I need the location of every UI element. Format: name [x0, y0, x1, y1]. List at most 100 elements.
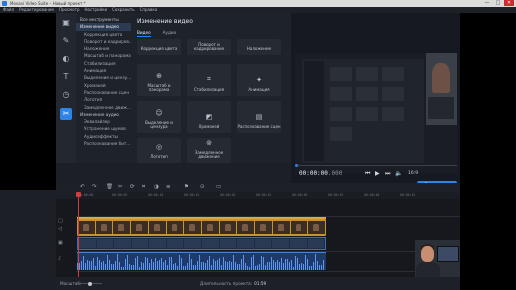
tile-label: Анимация: [248, 87, 270, 93]
category-noise-removal[interactable]: Устранение шумов: [76, 125, 131, 132]
aspect-ratio-select[interactable]: 16:9: [408, 171, 418, 176]
track-mute-icon[interactable]: ◁: [58, 226, 62, 232]
track-video-icon[interactable]: ▣: [58, 240, 63, 246]
playhead-handle[interactable]: [76, 192, 81, 197]
category-equalizer[interactable]: Эквалайзер: [76, 118, 131, 125]
preview-scrubber[interactable]: [295, 164, 457, 167]
waveform-bar: [119, 261, 120, 270]
category-pan-zoom[interactable]: Масштаб и панорама: [76, 52, 131, 59]
tab-video[interactable]: Видео: [137, 30, 151, 37]
waveform-bar: [99, 259, 100, 270]
waveform-bar: [215, 261, 216, 270]
magic-wand-icon[interactable]: ✎: [61, 36, 71, 46]
waveform-bar: [179, 255, 180, 270]
audio-waveform[interactable]: [77, 252, 326, 270]
waveform-bar: [287, 258, 288, 270]
category-audio-effects[interactable]: Аудиоэффекты: [76, 133, 131, 140]
waveform-bar: [189, 254, 190, 270]
tile-rotate-crop[interactable]: Поворот и кадрирование: [187, 39, 231, 55]
track-audio-icon[interactable]: ♪: [58, 256, 61, 262]
slow-motion-icon: ⊚: [206, 138, 212, 147]
marker-icon[interactable]: ⚑: [184, 184, 189, 190]
category-slow-motion[interactable]: Замедленное движ...: [76, 104, 131, 111]
category-highlight-censor[interactable]: Выделение и цензу...: [76, 74, 131, 81]
tile-animation[interactable]: ✦ Анимация: [237, 64, 281, 96]
next-frame-icon[interactable]: ⏭: [385, 170, 390, 178]
tile-scene-detection[interactable]: ▤ Распознавание сцен: [237, 101, 281, 133]
tile-stabilization[interactable]: ⌗ Стабилизация: [187, 64, 231, 96]
category-video-editing[interactable]: Изменение видео: [76, 23, 131, 31]
waveform-bar: [87, 259, 88, 270]
volume-icon[interactable]: 🔈: [395, 170, 402, 177]
stickers-icon[interactable]: ◷: [61, 90, 71, 100]
record-icon[interactable]: ▭: [216, 184, 221, 190]
waveform-bar: [153, 262, 154, 270]
redo-icon[interactable]: ↷: [92, 184, 97, 190]
cut-icon[interactable]: ✂: [118, 184, 123, 190]
tools-icon[interactable]: ✂: [60, 108, 72, 120]
prev-frame-icon[interactable]: ⏮: [365, 170, 370, 178]
filters-icon[interactable]: ◐: [61, 54, 71, 64]
category-overlay[interactable]: Наложение: [76, 45, 131, 52]
category-chroma-key[interactable]: Хромакей: [76, 82, 131, 89]
waveform-bar: [223, 256, 224, 270]
minimize-button[interactable]: —: [482, 0, 492, 6]
tile-color-correction[interactable]: Коррекция цвета: [137, 39, 181, 55]
waveform-bar: [255, 265, 256, 270]
crop-icon[interactable]: ⌗: [142, 184, 145, 191]
status-bar: Масштаб: Длительность проекта: 01:59: [56, 277, 460, 290]
tile-highlight-censor[interactable]: ☺ Выделение и цензура: [137, 101, 181, 133]
tile-chroma-key[interactable]: ◩ Хромакей: [187, 101, 231, 133]
waveform-bar: [257, 264, 258, 270]
tile-overlay[interactable]: Наложение: [237, 39, 281, 55]
category-color-correction[interactable]: Коррекция цвета: [76, 31, 131, 38]
preview-nested-tile: [356, 107, 378, 121]
waveform-bar: [101, 262, 102, 270]
color-icon[interactable]: ◑: [154, 184, 159, 190]
video-clip[interactable]: [77, 219, 326, 236]
properties-icon[interactable]: ≡: [166, 184, 171, 190]
microphone-icon[interactable]: ⊙: [200, 184, 205, 190]
waveform-bar: [139, 266, 140, 270]
waveform-bar: [323, 259, 324, 270]
rotate-icon[interactable]: ⟳: [130, 184, 135, 190]
tile-pan-zoom[interactable]: ⊕ Масштаб и панорама: [137, 64, 181, 96]
maximize-button[interactable]: □: [493, 0, 503, 6]
tile-logo[interactable]: ◎ Логотип: [137, 138, 181, 163]
waveform-bar: [105, 264, 106, 270]
zoom-slider-thumb[interactable]: [88, 281, 92, 286]
waveform-bar: [265, 265, 266, 270]
timeline-ruler[interactable]: 00:00:00 00:00:05 00:00:10 00:00:15 00:0…: [76, 192, 460, 199]
category-all-tools[interactable]: Все инструменты: [76, 16, 131, 23]
preview-nested-tile: [330, 127, 352, 141]
close-button[interactable]: ✕: [504, 0, 514, 6]
category-rotate-crop[interactable]: Поворот и кадриров...: [76, 38, 131, 45]
delete-icon[interactable]: 🗑: [106, 184, 113, 190]
undo-icon[interactable]: ↶: [80, 184, 85, 190]
category-logo[interactable]: Логотип: [76, 96, 131, 103]
waveform-bar: [191, 259, 192, 270]
import-icon[interactable]: ▣: [61, 18, 71, 28]
waveform-bar: [159, 260, 160, 270]
scrubber-handle[interactable]: [295, 164, 298, 167]
category-scene-detection[interactable]: Распознавание сцен: [76, 89, 131, 96]
screen-capture-clip[interactable]: [77, 237, 326, 250]
category-stabilization[interactable]: Стабилизация: [76, 60, 131, 67]
clip-frame: [131, 239, 149, 248]
waveform-bar: [157, 261, 158, 270]
preview-screen[interactable]: [295, 53, 457, 173]
waveform-bar: [127, 254, 128, 270]
clip-frame: [290, 221, 308, 234]
tile-slow-motion[interactable]: ⊚ Замедленное движение: [187, 138, 231, 163]
category-animation[interactable]: Анимация: [76, 67, 131, 74]
titles-icon[interactable]: T: [61, 72, 71, 82]
play-icon[interactable]: ▶: [375, 170, 380, 177]
category-beat-detection[interactable]: Распознавание бит...: [76, 140, 131, 147]
zoom-slider[interactable]: [78, 281, 102, 286]
playhead[interactable]: [76, 192, 81, 277]
category-audio-editing[interactable]: Изменение аудио: [76, 111, 131, 118]
track-lock-icon[interactable]: ▢: [58, 218, 63, 224]
waveform-bar: [181, 257, 182, 270]
tab-audio[interactable]: Аудио: [163, 30, 177, 37]
clip-frame: [184, 239, 202, 248]
